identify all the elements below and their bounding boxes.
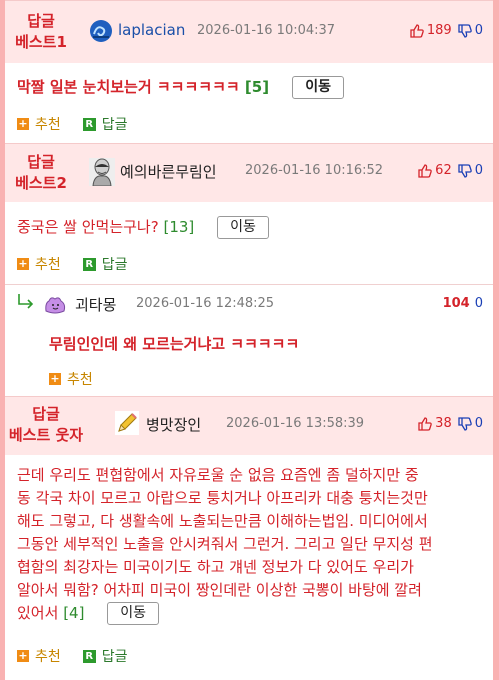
best-reply-badge: 답글 베스트 웃자	[5, 404, 87, 446]
reply-count[interactable]: [5]	[245, 78, 269, 96]
reply-button[interactable]: R 답글	[82, 254, 128, 274]
post-date: 2026-01-16 10:04:37	[197, 23, 336, 38]
downvote-count: 0	[474, 163, 483, 178]
badge-line: 베스트1	[15, 33, 67, 51]
author-nickname[interactable]: 예의바른무림인	[120, 161, 217, 182]
author-nickname[interactable]: laplacian	[118, 21, 185, 39]
recommend-label: 추천	[35, 257, 61, 273]
reply-button[interactable]: R 답글	[82, 114, 128, 134]
reply-count[interactable]: [4]	[63, 604, 84, 622]
recommend-label: 추천	[35, 117, 61, 133]
reply-icon: R	[82, 649, 96, 663]
thumbs-down-icon[interactable]	[458, 163, 472, 178]
comment-line: 해도 그렇고, 다 생활속에 노출되는만큼 이해하는법임. 미디어에서	[17, 512, 428, 530]
vote-counts: 104 0	[443, 296, 483, 311]
upvote-count: 62	[435, 163, 452, 178]
comment-header: 답글 베스트2 예의바른무림인 2026-01-16 10:16:52 62 0	[5, 143, 493, 202]
comment-line: 근데 우리도 편협함에서 자유로울 순 없음 요즘엔 좀 덜하지만 중	[17, 466, 419, 484]
reply-arrow-icon	[18, 294, 34, 309]
comment-actions: + 추천	[49, 369, 115, 389]
comment-body: 중국은 쌀 안먹는구나? [13] 이동	[17, 216, 269, 239]
comment-text: 무림인인데 왜 모르는거냐고 ㅋㅋㅋㅋㅋ	[49, 335, 300, 353]
upvote-count: 38	[435, 416, 452, 431]
upvote-count: 104	[442, 296, 470, 311]
move-button[interactable]: 이동	[292, 76, 345, 99]
post-date: 2026-01-16 13:58:39	[226, 416, 365, 431]
comment-body: 근데 우리도 편협함에서 자유로울 순 없음 요즘엔 좀 덜하지만 중 동 각국…	[17, 464, 489, 625]
comment-line: 알아서 뭐함? 어차피 미국이 짱인데란 이상한 국뽕이 바탕에 깔려	[17, 581, 422, 599]
reply-count[interactable]: [13]	[163, 218, 194, 236]
post-date: 2026-01-16 10:16:52	[245, 163, 384, 178]
move-button[interactable]: 이동	[107, 602, 159, 625]
badge-line: 답글	[27, 153, 55, 171]
recommend-label: 추천	[35, 649, 61, 665]
best-reply-badge: 답글 베스트2	[15, 152, 67, 194]
recommend-button[interactable]: + 추천	[17, 254, 61, 274]
thumbs-up-icon[interactable]	[410, 23, 424, 38]
comment-line: 동 각국 차이 모르고 아랍으로 퉁치거나 아프리카 대충 퉁치는것만	[17, 489, 428, 507]
recommend-button[interactable]: + 추천	[17, 114, 61, 134]
thumbs-up-icon[interactable]	[418, 163, 432, 178]
divider	[5, 284, 493, 285]
comment-text: 막짤 일본 눈치보는거 ㅋㅋㅋㅋㅋㅋ	[17, 78, 240, 96]
reply-icon: R	[82, 117, 96, 131]
upvote-count: 189	[426, 23, 452, 38]
downvote-count: 0	[474, 416, 483, 431]
plus-icon: +	[17, 649, 29, 662]
plus-icon: +	[17, 257, 29, 270]
comment-line: 있어서	[17, 604, 59, 622]
ditto-avatar[interactable]	[43, 293, 67, 317]
comment-actions: + 추천 R 답글	[17, 646, 150, 666]
best-reply-badge: 답글 베스트1	[15, 11, 67, 53]
recommend-button[interactable]: + 추천	[49, 369, 93, 389]
comment-header: 답글 베스트1 laplacian 2026-01-16 10:04:37 18…	[5, 0, 493, 63]
plus-icon: +	[17, 117, 29, 130]
comment-list: 답글 베스트1 laplacian 2026-01-16 10:04:37 18…	[5, 0, 493, 680]
reply-label: 답글	[101, 257, 128, 273]
move-button[interactable]: 이동	[217, 216, 269, 239]
post-date: 2026-01-16 12:48:25	[136, 296, 275, 311]
badge-line: 답글	[32, 405, 60, 423]
author-nickname[interactable]: 병맛장인	[146, 414, 201, 435]
author-nickname[interactable]: 괴타몽	[75, 294, 116, 315]
thumbs-down-icon[interactable]	[458, 416, 472, 431]
comment-actions: + 추천 R 답글	[17, 114, 150, 134]
comment-body: 막짤 일본 눈치보는거 ㅋㅋㅋㅋㅋㅋ [5] 이동	[17, 76, 345, 99]
comment-text: 중국은 쌀 안먹는구나?	[17, 218, 159, 236]
thumbs-down-icon[interactable]	[458, 23, 472, 38]
reply-button[interactable]: R 답글	[82, 646, 128, 666]
badge-line: 베스트2	[15, 174, 67, 192]
reply-label: 답글	[101, 649, 128, 665]
thumbs-up-icon[interactable]	[418, 416, 432, 431]
recommend-label: 추천	[67, 372, 93, 388]
plus-icon: +	[49, 372, 61, 385]
vote-counts: 62 0	[418, 163, 483, 178]
comment-line: 협함의 최강자는 미국이기도 하고 걔넨 정보가 다 있어도 우리가	[17, 558, 414, 576]
comment-line-last: 있어서 [4] 이동	[17, 602, 489, 625]
pencil-avatar[interactable]	[115, 411, 139, 435]
reply-label: 답글	[101, 117, 128, 133]
recommend-button[interactable]: + 추천	[17, 646, 61, 666]
martial-artist-avatar[interactable]	[89, 158, 115, 186]
swirl-blue-avatar[interactable]	[89, 19, 113, 43]
comment-header: 답글 베스트 웃자 병맛장인 2026-01-16 13:58:39 38 0	[5, 396, 493, 455]
comment-actions: + 추천 R 답글	[17, 254, 150, 274]
vote-counts: 189 0	[410, 23, 483, 38]
reply-icon: R	[82, 257, 96, 271]
badge-line: 답글	[27, 12, 55, 30]
comment-line: 그동안 세부적인 노출을 안시켜줘서 그런거. 그리고 일단 무지성 편	[17, 535, 433, 553]
downvote-count: 0	[474, 296, 483, 311]
vote-counts: 38 0	[418, 416, 483, 431]
badge-line: 베스트 웃자	[8, 426, 84, 444]
downvote-count: 0	[474, 23, 483, 38]
